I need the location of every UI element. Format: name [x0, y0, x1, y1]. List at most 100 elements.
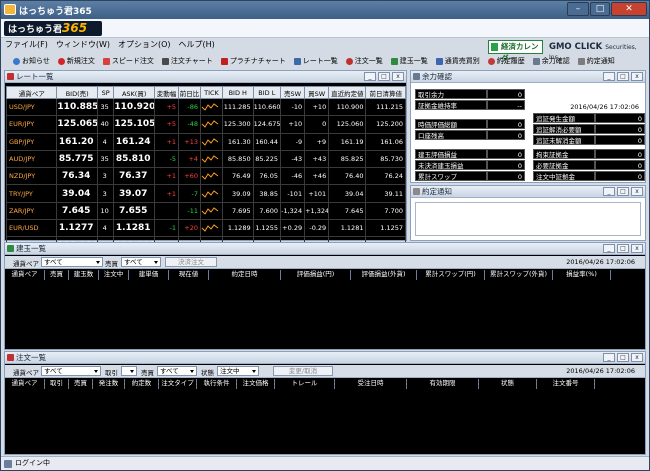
grid-col-header[interactable]: 売買	[45, 270, 69, 280]
rate-col-header[interactable]: ASK(買)	[113, 86, 155, 99]
rate-col-header[interactable]: 前日清算値	[365, 86, 406, 99]
grid-col-header[interactable]: 注文価格	[237, 379, 275, 389]
grid-col-header[interactable]: 注文番号	[537, 379, 595, 389]
panel-close-button[interactable]: x	[631, 187, 643, 196]
panel-minimize-button[interactable]: _	[603, 72, 615, 81]
currency-pair[interactable]: USD/JPY	[5, 97, 58, 117]
currency-pair[interactable]: EUR/JPY	[5, 115, 58, 134]
toolbar-order-chart-button[interactable]: 注文チャート	[158, 54, 217, 68]
grid-col-header[interactable]: 累計スワップ(円)	[417, 270, 485, 280]
pair-filter-select[interactable]: すべて	[41, 366, 101, 376]
rate-col-header[interactable]: SP	[96, 86, 115, 99]
grid-col-header[interactable]: 損益率(%)	[553, 270, 611, 280]
menu-help[interactable]: ヘルプ(H)	[179, 39, 215, 53]
rate-col-header[interactable]: 直近約定値	[328, 86, 367, 99]
currency-pair[interactable]: EUR/USD	[5, 219, 58, 238]
grid-col-header[interactable]: 評価損益(円)	[281, 270, 351, 280]
settle-order-button[interactable]: 決済注文	[165, 257, 217, 267]
toolbar-currency-trade-button[interactable]: 通貨売買別	[432, 54, 484, 68]
panel-close-button[interactable]: x	[631, 72, 643, 81]
currency-pair[interactable]: GBP/JPY	[5, 132, 58, 151]
pair-filter-select[interactable]: すべて	[41, 257, 103, 267]
bid-price[interactable]: 1.1277	[56, 219, 98, 238]
grid-col-header[interactable]: 注文タイプ	[159, 379, 197, 389]
rate-row[interactable]: TRY/JPY 39.04 3 39.07 +1 -7 39.09 38.85 -101 +101…	[5, 184, 406, 203]
toolbar-position-list-button[interactable]: 建玉一覧	[387, 54, 432, 68]
grid-col-header[interactable]: 受注日時	[335, 379, 407, 389]
economic-calendar-button[interactable]: 経済カレンダー	[488, 40, 543, 63]
side-filter-select[interactable]: すべて	[121, 257, 161, 267]
grid-col-header[interactable]: 建玉数	[69, 270, 99, 280]
grid-col-header[interactable]: 取引	[45, 379, 69, 389]
menu-file[interactable]: ファイル(F)	[5, 39, 48, 53]
rate-col-header[interactable]: BID(売)	[56, 86, 98, 99]
bid-price[interactable]: 161.20	[56, 132, 98, 151]
currency-pair[interactable]: TRY/JPY	[5, 184, 58, 203]
grid-col-header[interactable]: 建単価	[129, 270, 169, 280]
toolbar-notice-button[interactable]: 約定通知	[574, 54, 619, 68]
state-filter-select[interactable]: 注文中	[217, 366, 259, 376]
grid-col-header[interactable]: 注文中	[99, 270, 129, 280]
minimize-button[interactable]: –	[567, 2, 589, 16]
grid-col-header[interactable]: 執行条件	[197, 379, 237, 389]
rate-col-header[interactable]: 通貨ペア	[5, 86, 58, 99]
grid-col-header[interactable]: 現在値	[169, 270, 209, 280]
toolbar-rate-list-button[interactable]: レート一覧	[290, 54, 342, 68]
panel-maximize-button[interactable]: □	[617, 72, 629, 81]
grid-col-header[interactable]: 約定日時	[209, 270, 281, 280]
rate-row[interactable]: ZAR/JPY 7.645 10 7.655 -11 7.695 7.600 -1,324 +1…	[5, 201, 406, 221]
toolbar-speed-order-button[interactable]: スピード注文	[99, 54, 158, 68]
grid-col-header[interactable]: 通貨ペア	[5, 270, 45, 280]
bid-price[interactable]: 85.775	[56, 149, 98, 169]
bid-price[interactable]: 39.04	[56, 184, 98, 203]
panel-maximize-button[interactable]: □	[617, 244, 629, 253]
grid-col-header[interactable]: 状態	[479, 379, 537, 389]
side-filter-select[interactable]: すべて	[157, 366, 197, 376]
rate-col-header[interactable]: 買SW	[304, 86, 330, 99]
currency-pair[interactable]: AUD/JPY	[5, 149, 58, 169]
panel-close-button[interactable]: x	[631, 353, 643, 362]
currency-pair[interactable]: NZD/JPY	[5, 167, 58, 186]
grid-col-header[interactable]: 評価損益(外貨)	[351, 270, 417, 280]
ask-price[interactable]: 161.24	[113, 132, 155, 151]
menu-window[interactable]: ウィンドウ(W)	[56, 39, 110, 53]
panel-close-button[interactable]: x	[392, 72, 404, 81]
modify-cancel-button[interactable]: 変更/取消	[273, 366, 333, 376]
grid-col-header[interactable]: 累計スワップ(外貨)	[485, 270, 553, 280]
panel-maximize-button[interactable]: □	[378, 72, 390, 81]
menu-options[interactable]: オプション(O)	[118, 39, 171, 53]
grid-col-header[interactable]: 有効期限	[407, 379, 479, 389]
toolbar-history-button[interactable]: 約定履歴	[484, 54, 529, 68]
bid-price[interactable]: 110.885	[56, 97, 98, 117]
panel-minimize-button[interactable]: _	[603, 353, 615, 362]
toolbar-margin-button[interactable]: 余力確認	[529, 54, 574, 68]
currency-pair[interactable]: ZAR/JPY	[5, 201, 58, 221]
grid-col-header[interactable]: 売買	[69, 379, 93, 389]
rate-col-header[interactable]: 前日比	[178, 86, 201, 99]
ask-price[interactable]: 7.655	[113, 201, 155, 221]
rate-row[interactable]: EUR/JPY 125.065 40 125.105 +5 -48 125.300 124.6…	[5, 115, 406, 134]
ask-price[interactable]: 39.07	[113, 184, 155, 203]
grid-col-header[interactable]: 通貨ペア	[5, 379, 45, 389]
bid-price[interactable]: 76.34	[56, 167, 98, 186]
panel-minimize-button[interactable]: _	[603, 244, 615, 253]
rate-row[interactable]: EUR/USD 1.1277 4 1.1281 -1 +20 1.1289 1.1255 +0.…	[5, 219, 406, 238]
ask-price[interactable]: 110.920	[113, 97, 155, 117]
trade-filter-select[interactable]	[121, 366, 137, 376]
panel-close-button[interactable]: x	[631, 244, 643, 253]
rate-row[interactable]: USD/JPY 110.885 35 110.920 +5 -86 111.285 110.6…	[5, 97, 406, 117]
rate-col-header[interactable]: TICK	[199, 86, 223, 99]
grid-col-header[interactable]: 約定数	[125, 379, 159, 389]
bid-price[interactable]: 7.645	[56, 201, 98, 221]
grid-col-header[interactable]: 発注数	[93, 379, 125, 389]
rate-row[interactable]: NZD/JPY 76.34 3 76.37 +1 +60 76.49 76.05 -46 +46 7…	[5, 167, 406, 186]
toolbar-order-list-button[interactable]: 注文一覧	[342, 54, 387, 68]
toolbar-news-button[interactable]: お知らせ	[9, 54, 54, 68]
ask-price[interactable]: 125.105	[113, 115, 155, 134]
rate-col-header[interactable]: 変動幅	[153, 86, 180, 99]
panel-minimize-button[interactable]: _	[364, 72, 376, 81]
rate-col-header[interactable]: BID H	[221, 86, 254, 99]
panel-minimize-button[interactable]: _	[603, 187, 615, 196]
close-button[interactable]: ✕	[611, 2, 647, 16]
maximize-button[interactable]: □	[590, 2, 610, 16]
